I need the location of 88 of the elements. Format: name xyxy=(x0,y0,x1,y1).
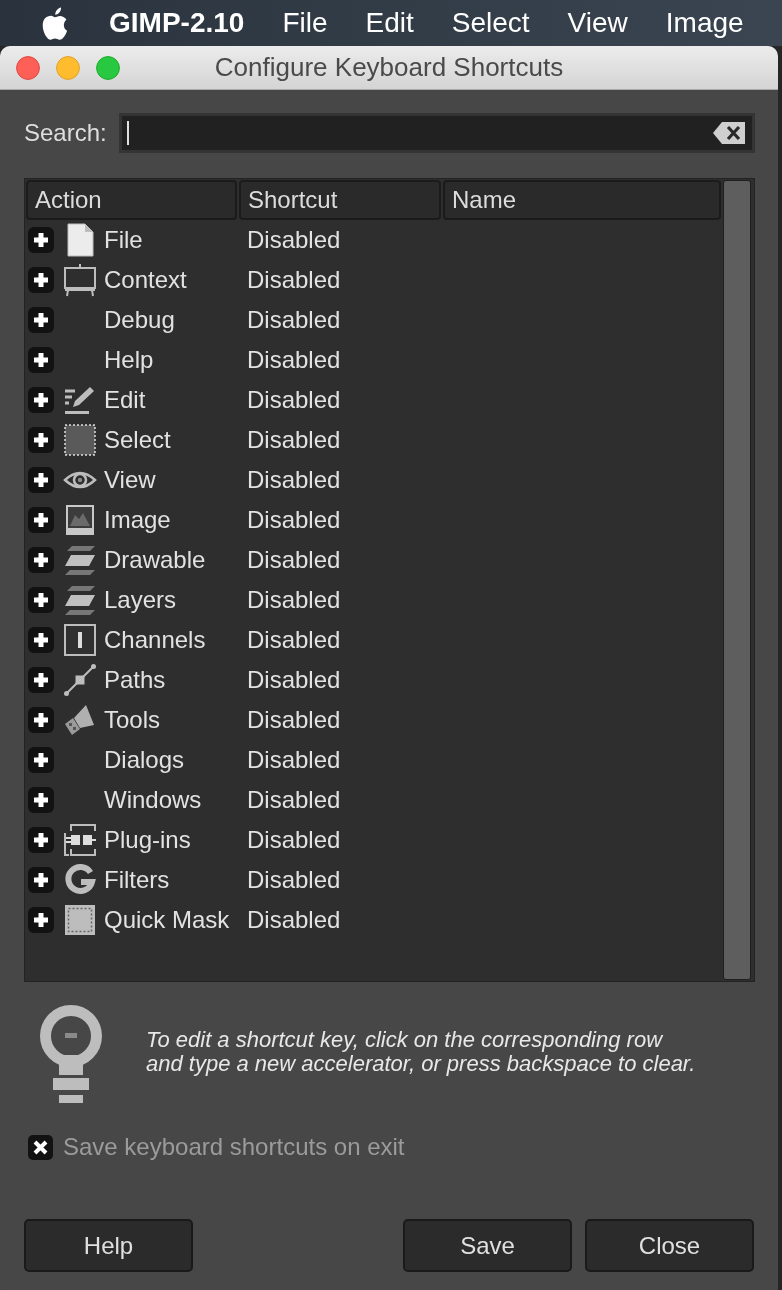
shortcut-value[interactable]: Disabled xyxy=(239,742,443,778)
expand-button[interactable] xyxy=(28,587,54,613)
dialog-button[interactable]: Help xyxy=(24,1219,193,1272)
action-name[interactable]: Select xyxy=(104,422,171,458)
action-name[interactable]: Plug-ins xyxy=(104,822,191,858)
action-name[interactable]: Filters xyxy=(104,862,170,898)
expand-button[interactable] xyxy=(28,907,54,933)
scrollbar[interactable] xyxy=(723,180,751,980)
action-name[interactable]: Drawable xyxy=(104,542,206,578)
action-name[interactable]: Quick Mask xyxy=(104,902,230,938)
window-close-button[interactable] xyxy=(16,55,40,80)
shortcut-value[interactable]: Disabled xyxy=(239,582,443,618)
expand-button[interactable] xyxy=(28,827,54,853)
hint-text: To edit a shortcut key, click on the corresponding row and type a new accelerator, or press backspace to clear. xyxy=(146,1028,697,1076)
shortcut-value[interactable]: Disabled xyxy=(239,702,443,738)
apple-icon[interactable] xyxy=(42,6,68,40)
dialog-button[interactable]: Save xyxy=(403,1219,572,1272)
expand-button[interactable] xyxy=(28,507,54,533)
expand-button[interactable] xyxy=(28,747,54,773)
plug-icon xyxy=(63,823,97,857)
search-label: Search: xyxy=(24,118,107,148)
stacked-sheets-icon xyxy=(63,583,97,617)
dotted-square-icon xyxy=(63,423,97,457)
action-name[interactable]: Layers xyxy=(104,582,177,618)
menu-item[interactable]: View xyxy=(567,2,628,44)
shortcut-value[interactable]: Disabled xyxy=(239,902,443,938)
expand-button[interactable] xyxy=(28,427,54,453)
shortcut-value[interactable]: Disabled xyxy=(239,222,443,258)
expand-button[interactable] xyxy=(28,547,54,573)
expand-button[interactable] xyxy=(28,667,54,693)
action-name[interactable]: Edit xyxy=(104,382,146,418)
path-nodes-icon xyxy=(63,663,97,697)
stacked-sheets-icon xyxy=(63,543,97,577)
menu-item[interactable]: Select xyxy=(451,2,530,44)
action-name[interactable]: View xyxy=(104,462,156,498)
action-name[interactable]: Dialogs xyxy=(104,742,185,778)
shortcut-value[interactable]: Disabled xyxy=(239,342,443,378)
picture-icon xyxy=(63,503,97,537)
shortcut-value[interactable]: Disabled xyxy=(239,862,443,898)
action-name[interactable]: Channels xyxy=(104,622,206,658)
expand-button[interactable] xyxy=(28,347,54,373)
action-name[interactable]: Debug xyxy=(104,302,175,338)
action-name[interactable]: Context xyxy=(104,262,187,298)
column-header[interactable]: Shortcut xyxy=(239,180,441,220)
search-field[interactable] xyxy=(118,113,755,153)
menu-item[interactable]: Image xyxy=(665,2,744,44)
g-shaped-icon xyxy=(63,863,97,897)
menu-item[interactable]: Edit xyxy=(365,2,414,44)
shortcut-value[interactable]: Disabled xyxy=(239,502,443,538)
shortcut-value[interactable]: Disabled xyxy=(239,782,443,818)
text-cursor-icon xyxy=(126,121,129,145)
action-name[interactable]: Paths xyxy=(104,662,166,698)
shortcut-value[interactable]: Disabled xyxy=(239,822,443,858)
clear-icon[interactable] xyxy=(712,121,746,145)
checkbox[interactable] xyxy=(28,1134,53,1160)
expand-button[interactable] xyxy=(28,227,54,253)
action-name[interactable]: Help xyxy=(104,342,154,378)
action-name[interactable]: File xyxy=(104,222,143,258)
expand-button[interactable] xyxy=(28,387,54,413)
menu-item[interactable]: File xyxy=(282,2,328,44)
action-name[interactable]: Tools xyxy=(104,702,161,738)
app-menu[interactable]: GIMP-2.10 xyxy=(109,2,245,44)
expand-button[interactable] xyxy=(28,627,54,653)
shortcut-value[interactable]: Disabled xyxy=(239,622,443,658)
action-name[interactable]: Windows xyxy=(104,782,202,818)
shortcut-value[interactable]: Disabled xyxy=(239,382,443,418)
dotted-square-icon xyxy=(63,903,97,937)
dialog-button[interactable]: Close xyxy=(585,1219,754,1272)
window-title: Configure Keyboard Shortcuts xyxy=(214,51,564,84)
shortcut-value[interactable]: Disabled xyxy=(239,262,443,298)
boxed-bar-icon xyxy=(63,623,97,657)
shortcut-value[interactable]: Disabled xyxy=(239,542,443,578)
lightbulb-icon xyxy=(40,1005,102,1103)
expand-button[interactable] xyxy=(28,867,54,893)
shortcut-value[interactable]: Disabled xyxy=(239,422,443,458)
shortcut-value[interactable]: Disabled xyxy=(239,462,443,498)
expand-button[interactable] xyxy=(28,787,54,813)
expand-button[interactable] xyxy=(28,267,54,293)
easel-icon xyxy=(63,263,97,297)
action-name[interactable]: Image xyxy=(104,502,171,538)
expand-button[interactable] xyxy=(28,707,54,733)
column-header[interactable]: Name xyxy=(443,180,721,220)
expand-button[interactable] xyxy=(28,467,54,493)
shortcut-value[interactable]: Disabled xyxy=(239,662,443,698)
expand-button[interactable] xyxy=(28,307,54,333)
shortcut-value[interactable]: Disabled xyxy=(239,302,443,338)
megaphone-icon xyxy=(63,703,97,737)
column-header[interactable]: Action xyxy=(26,180,237,220)
